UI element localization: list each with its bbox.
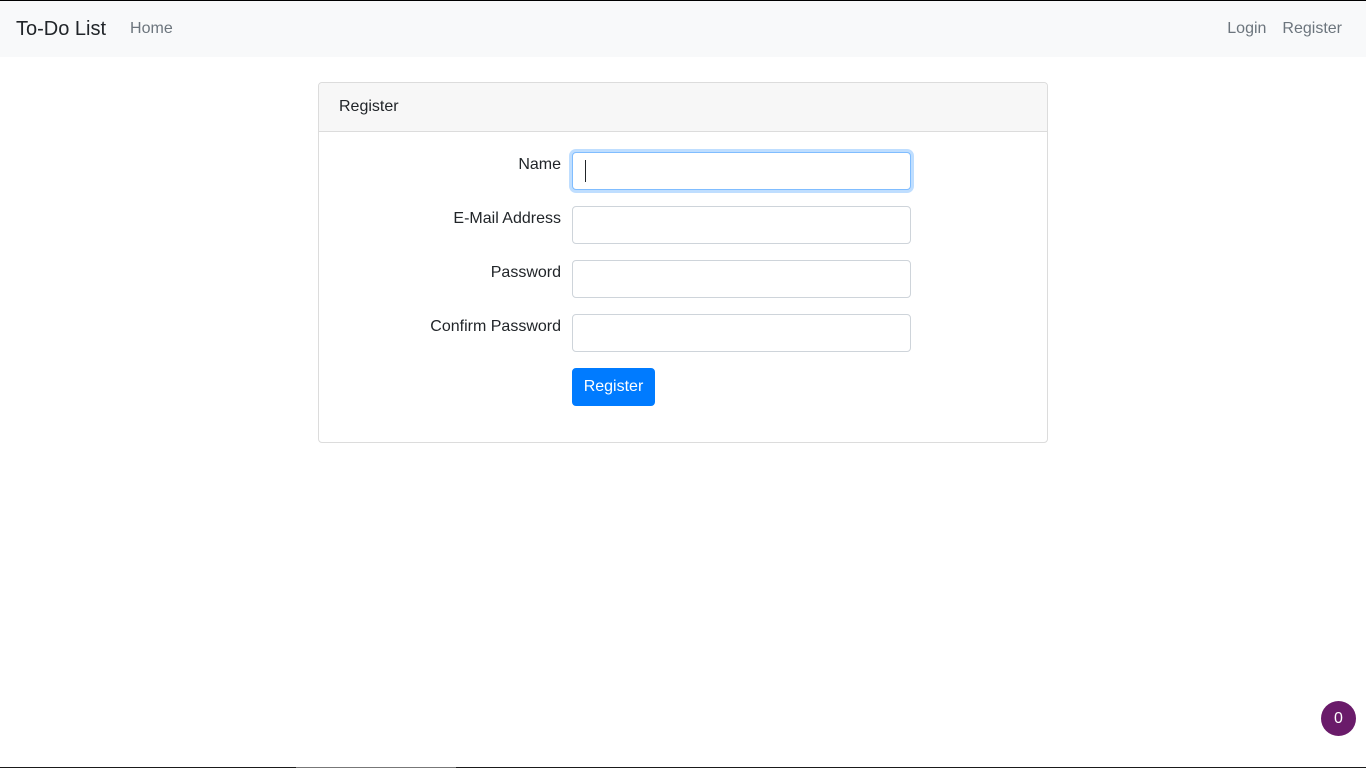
nav-login-link[interactable]: Login xyxy=(1227,20,1266,38)
name-row: Name xyxy=(319,152,1047,190)
confirm-password-input[interactable] xyxy=(572,314,911,352)
register-card: Register Name E-Mail Address Password Co… xyxy=(318,82,1048,443)
nav-register-link[interactable]: Register xyxy=(1282,20,1342,38)
password-label: Password xyxy=(490,264,561,281)
name-input[interactable] xyxy=(572,152,911,190)
email-row: E-Mail Address xyxy=(319,206,1047,244)
navbar: To-Do List Home Login Register xyxy=(0,1,1366,57)
notification-count-badge[interactable]: 0 xyxy=(1321,701,1356,736)
brand-link[interactable]: To-Do List xyxy=(16,18,106,41)
confirm-password-label: Confirm Password xyxy=(430,318,561,335)
email-input[interactable] xyxy=(572,206,911,244)
password-row: Password xyxy=(319,260,1047,298)
card-body: Name E-Mail Address Password Confirm Pas… xyxy=(319,132,1047,442)
name-label: Name xyxy=(518,156,561,173)
card-header: Register xyxy=(319,83,1047,132)
nav-right-group: Login Register xyxy=(1227,20,1342,38)
password-input[interactable] xyxy=(572,260,911,298)
nav-home-link[interactable]: Home xyxy=(130,20,173,38)
email-label: E-Mail Address xyxy=(453,210,561,227)
register-button[interactable]: Register xyxy=(572,368,655,406)
confirm-password-row: Confirm Password xyxy=(319,314,1047,352)
